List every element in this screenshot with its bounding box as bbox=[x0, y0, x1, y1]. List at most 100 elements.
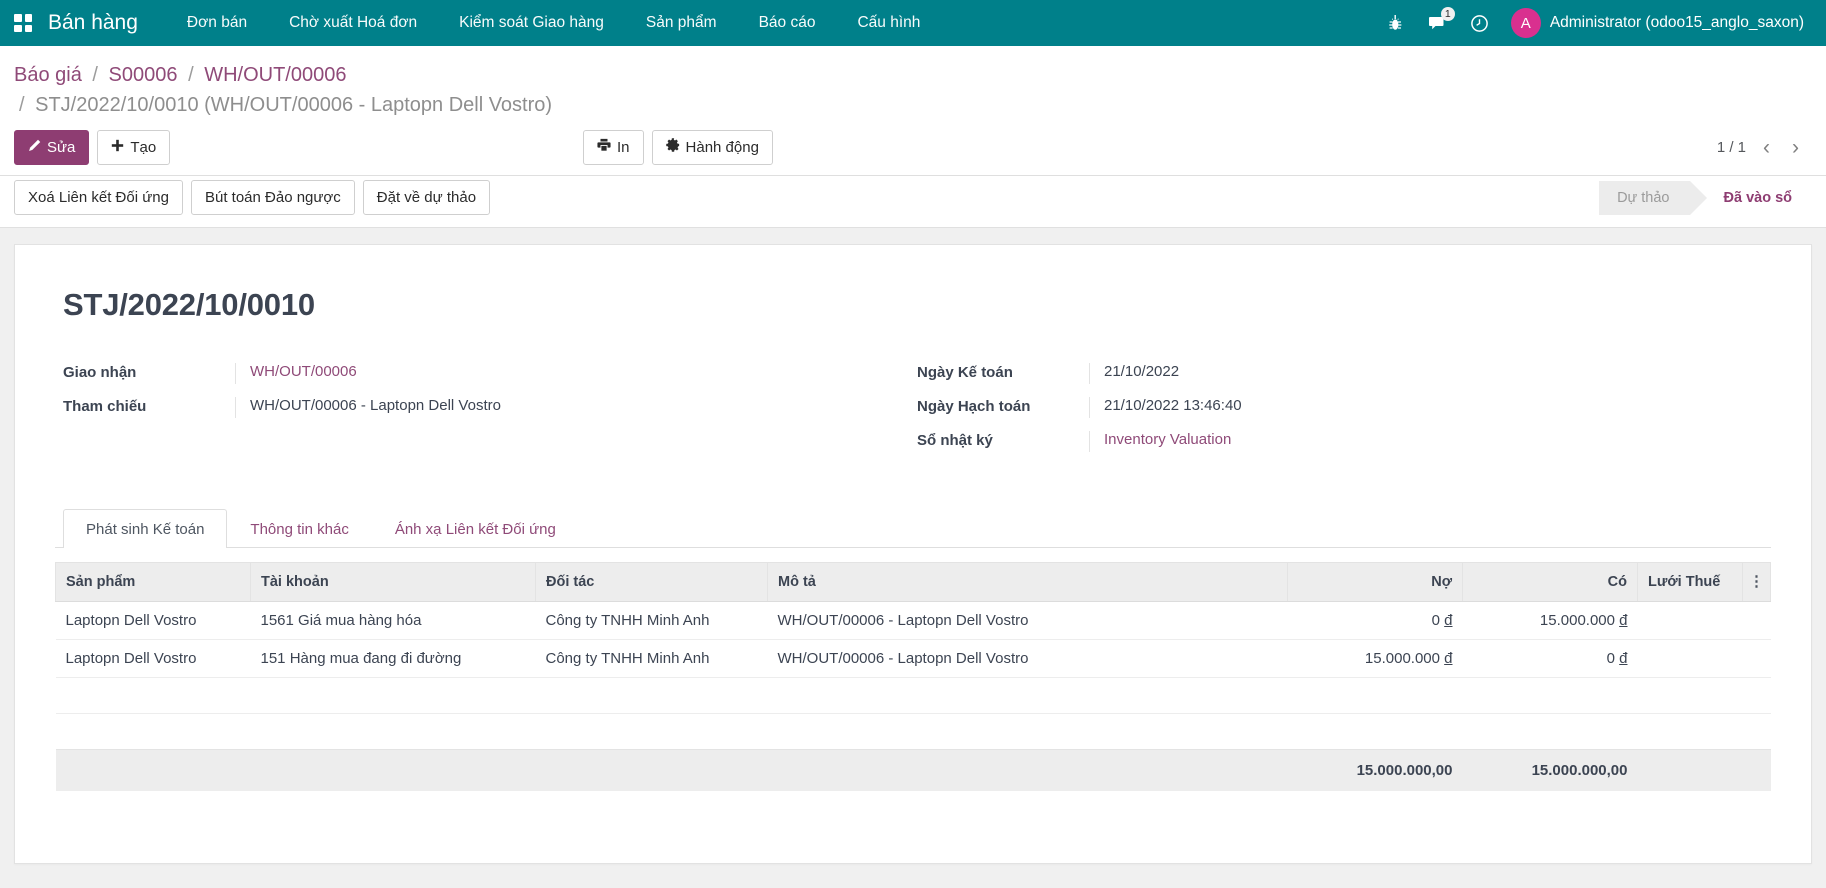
menu-item-delivery-control[interactable]: Kiểm soát Giao hàng bbox=[438, 8, 625, 38]
field-groups: Giao nhận WH/OUT/00006 Tham chiếu WH/OUT… bbox=[63, 363, 1771, 465]
record-buttons: Sửa Tạo bbox=[14, 130, 170, 165]
apps-grid-icon[interactable] bbox=[10, 10, 36, 36]
main-menu: Đơn bán Chờ xuất Hoá đơn Kiểm soát Giao … bbox=[166, 8, 941, 38]
form-sheet: STJ/2022/10/0010 Giao nhận WH/OUT/00006 … bbox=[14, 244, 1812, 864]
column-header-tax-grid[interactable]: Lưới Thuế bbox=[1638, 563, 1743, 602]
currency-symbol: đ bbox=[1444, 650, 1452, 667]
cell-tax-grid bbox=[1638, 602, 1743, 640]
breadcrumb-separator: / bbox=[188, 64, 194, 86]
action-button-label: Hành động bbox=[686, 138, 759, 157]
currency-symbol: đ bbox=[1444, 612, 1452, 629]
field-label-reference: Tham chiếu bbox=[63, 397, 235, 415]
user-menu[interactable]: A Administrator (odoo15_anglo_saxon) bbox=[1511, 8, 1808, 38]
field-row-posting-date: Ngày Hạch toán 21/10/2022 13:46:40 bbox=[917, 397, 1711, 418]
cell-tax-grid bbox=[1638, 640, 1743, 678]
cell-description: WH/OUT/00006 - Laptopn Dell Vostro bbox=[768, 602, 1288, 640]
tab-other-info[interactable]: Thông tin khác bbox=[227, 509, 371, 548]
apps-grid-cell bbox=[25, 14, 33, 22]
field-label-picking: Giao nhận bbox=[63, 363, 235, 381]
control-panel-center-buttons: In Hành động bbox=[583, 130, 773, 165]
field-value-journal[interactable]: Inventory Valuation bbox=[1089, 431, 1711, 452]
navbar-right-area: 1 A Administrator (odoo15_anglo_saxon) bbox=[1375, 0, 1808, 46]
clock-icon[interactable] bbox=[1459, 0, 1501, 46]
reverse-entry-button[interactable]: Bút toán Đảo ngược bbox=[191, 180, 355, 215]
notebook: Phát sinh Kế toán Thông tin khác Ánh xạ … bbox=[55, 509, 1771, 791]
menu-item-reporting[interactable]: Báo cáo bbox=[738, 8, 837, 38]
chevron-left-icon[interactable]: ‹ bbox=[1758, 139, 1775, 157]
printer-icon bbox=[597, 138, 611, 157]
column-header-partner[interactable]: Đối tác bbox=[536, 563, 768, 602]
column-header-description[interactable]: Mô tả bbox=[768, 563, 1288, 602]
total-debit: 15.000.000,00 bbox=[1288, 750, 1463, 792]
edit-button[interactable]: Sửa bbox=[14, 130, 89, 165]
column-header-credit[interactable]: Có bbox=[1463, 563, 1638, 602]
bug-icon[interactable] bbox=[1375, 0, 1417, 46]
table-header: Sản phẩm Tài khoản Đối tác Mô tả Nợ Có L… bbox=[56, 563, 1771, 602]
menu-item-orders[interactable]: Đơn bán bbox=[166, 8, 268, 38]
field-row-accounting-date: Ngày Kế toán 21/10/2022 bbox=[917, 363, 1711, 384]
sheet-background: STJ/2022/10/0010 Giao nhận WH/OUT/00006 … bbox=[0, 228, 1826, 888]
cell-credit: 0 đ bbox=[1463, 640, 1638, 678]
column-header-debit[interactable]: Nợ bbox=[1288, 563, 1463, 602]
breadcrumb-current: STJ/2022/10/0010 (WH/OUT/00006 - Laptopn… bbox=[35, 94, 552, 116]
create-button[interactable]: Tạo bbox=[97, 130, 170, 165]
table-footer: 15.000.000,00 15.000.000,00 bbox=[56, 750, 1771, 792]
menu-item-configuration[interactable]: Cấu hình bbox=[836, 8, 941, 38]
app-brand-title[interactable]: Bán hàng bbox=[48, 11, 138, 35]
total-credit: 15.000.000,00 bbox=[1463, 750, 1638, 792]
column-header-product[interactable]: Sản phẩm bbox=[56, 563, 251, 602]
apps-grid-cell bbox=[25, 25, 33, 33]
print-button[interactable]: In bbox=[583, 130, 644, 165]
breadcrumb-item-quotation[interactable]: Báo giá bbox=[14, 64, 82, 86]
action-button[interactable]: Hành động bbox=[652, 130, 773, 165]
table-row[interactable]: Laptopn Dell Vostro 1561 Giá mua hàng hó… bbox=[56, 602, 1771, 640]
remove-reconciliation-button[interactable]: Xoá Liên kết Đối ứng bbox=[14, 180, 183, 215]
top-navbar: Bán hàng Đơn bán Chờ xuất Hoá đơn Kiểm s… bbox=[0, 0, 1826, 46]
field-group-right: Ngày Kế toán 21/10/2022 Ngày Hạch toán 2… bbox=[917, 363, 1771, 465]
field-label-accounting-date: Ngày Kế toán bbox=[917, 363, 1089, 381]
field-value-picking[interactable]: WH/OUT/00006 bbox=[235, 363, 857, 384]
control-panel: Báo giá / S00006 / WH/OUT/00006 / STJ/20… bbox=[0, 46, 1826, 176]
cell-credit: 15.000.000 đ bbox=[1463, 602, 1638, 640]
table-empty-row bbox=[56, 714, 1771, 750]
print-button-label: In bbox=[617, 138, 630, 157]
cell-debit: 15.000.000 đ bbox=[1288, 640, 1463, 678]
reset-to-draft-button[interactable]: Đặt về dự thảo bbox=[363, 180, 490, 215]
field-value-reference: WH/OUT/00006 - Laptopn Dell Vostro bbox=[235, 397, 857, 418]
pager: 1 / 1 ‹ › bbox=[1717, 139, 1812, 157]
table-row[interactable]: Laptopn Dell Vostro 151 Hàng mua đang đi… bbox=[56, 640, 1771, 678]
table-header-row: Sản phẩm Tài khoản Đối tác Mô tả Nợ Có L… bbox=[56, 563, 1771, 602]
tab-reconciliation-mapping[interactable]: Ánh xạ Liên kết Đối ứng bbox=[372, 509, 579, 548]
status-bar: Dự thảo Đã vào sổ bbox=[1599, 181, 1826, 215]
cell-partner: Công ty TNHH Minh Anh bbox=[536, 602, 768, 640]
breadcrumb: Báo giá / S00006 / WH/OUT/00006 / STJ/20… bbox=[0, 46, 1826, 124]
cell-product: Laptopn Dell Vostro bbox=[56, 602, 251, 640]
apps-grid-cell bbox=[14, 14, 22, 22]
plus-icon bbox=[111, 138, 124, 157]
field-label-posting-date: Ngày Hạch toán bbox=[917, 397, 1089, 415]
messages-count-badge: 1 bbox=[1441, 7, 1455, 21]
cell-partner: Công ty TNHH Minh Anh bbox=[536, 640, 768, 678]
cell-account: 151 Hàng mua đang đi đường bbox=[251, 640, 536, 678]
notebook-tabs: Phát sinh Kế toán Thông tin khác Ánh xạ … bbox=[55, 509, 1771, 548]
menu-item-to-invoice[interactable]: Chờ xuất Hoá đơn bbox=[268, 8, 438, 38]
kebab-menu-icon[interactable]: ⋮ bbox=[1743, 563, 1771, 602]
status-row: Xoá Liên kết Đối ứng Bút toán Đảo ngược … bbox=[0, 176, 1826, 228]
breadcrumb-item-picking[interactable]: WH/OUT/00006 bbox=[204, 64, 346, 86]
edit-button-label: Sửa bbox=[47, 138, 75, 157]
status-item-draft[interactable]: Dự thảo bbox=[1599, 181, 1689, 215]
page-title: STJ/2022/10/0010 bbox=[63, 287, 1771, 323]
control-panel-actions: Sửa Tạo In Hành động bbox=[0, 124, 1826, 175]
cell-description: WH/OUT/00006 - Laptopn Dell Vostro bbox=[768, 640, 1288, 678]
tab-journal-items[interactable]: Phát sinh Kế toán bbox=[63, 509, 227, 548]
column-header-account[interactable]: Tài khoản bbox=[251, 563, 536, 602]
chevron-right-icon[interactable]: › bbox=[1787, 139, 1804, 157]
table-body: Laptopn Dell Vostro 1561 Giá mua hàng hó… bbox=[56, 602, 1771, 750]
table-totals-row: 15.000.000,00 15.000.000,00 bbox=[56, 750, 1771, 792]
status-item-posted[interactable]: Đã vào sổ bbox=[1690, 181, 1813, 215]
menu-item-products[interactable]: Sản phẩm bbox=[625, 8, 738, 38]
chat-bubble-icon[interactable]: 1 bbox=[1417, 0, 1459, 46]
pencil-icon bbox=[28, 138, 41, 157]
breadcrumb-item-sale-order[interactable]: S00006 bbox=[109, 64, 178, 86]
currency-symbol: đ bbox=[1619, 612, 1627, 629]
